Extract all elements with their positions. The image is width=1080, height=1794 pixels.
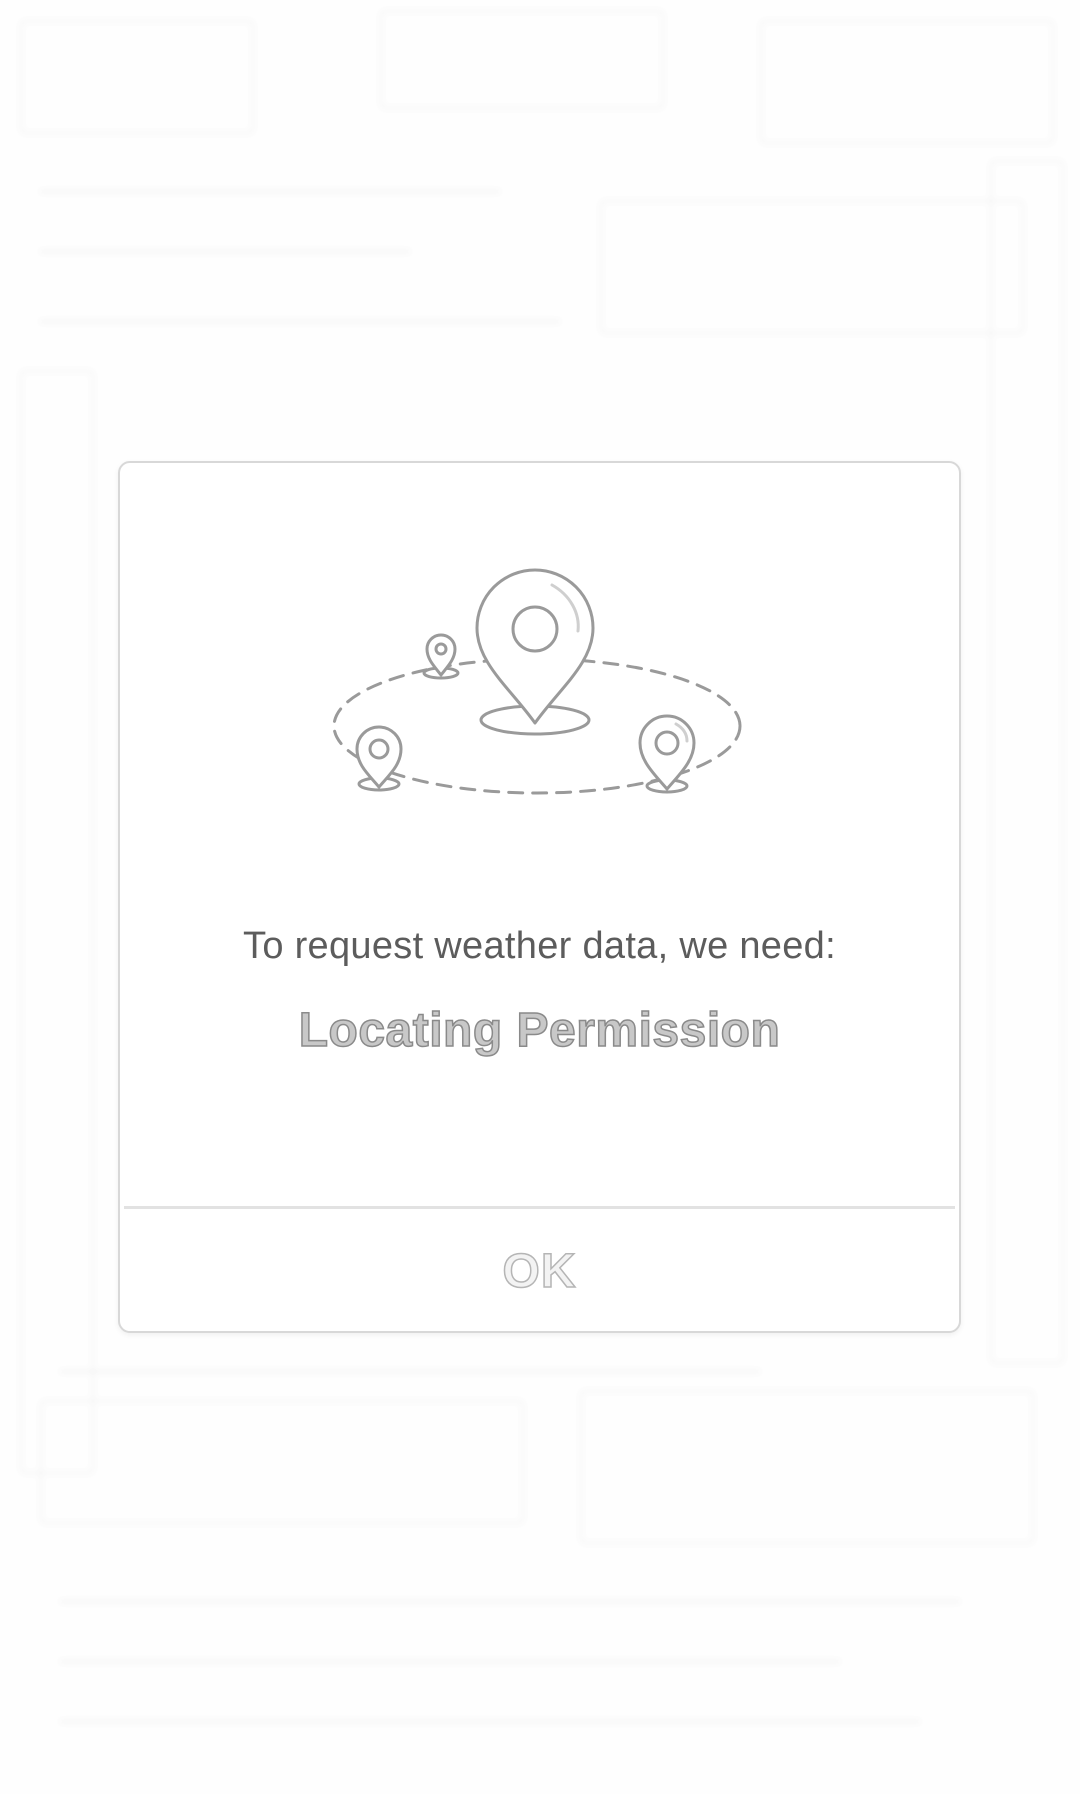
permission-name: Locating Permission	[298, 1003, 781, 1058]
ok-button[interactable]: OK	[120, 1209, 959, 1331]
location-pins-map-icon	[332, 568, 742, 795]
location-permission-dialog: To request weather data, we need: Locati…	[118, 461, 961, 1333]
permission-message: To request weather data, we need:	[243, 925, 836, 967]
screen: To request weather data, we need: Locati…	[0, 0, 1080, 1794]
